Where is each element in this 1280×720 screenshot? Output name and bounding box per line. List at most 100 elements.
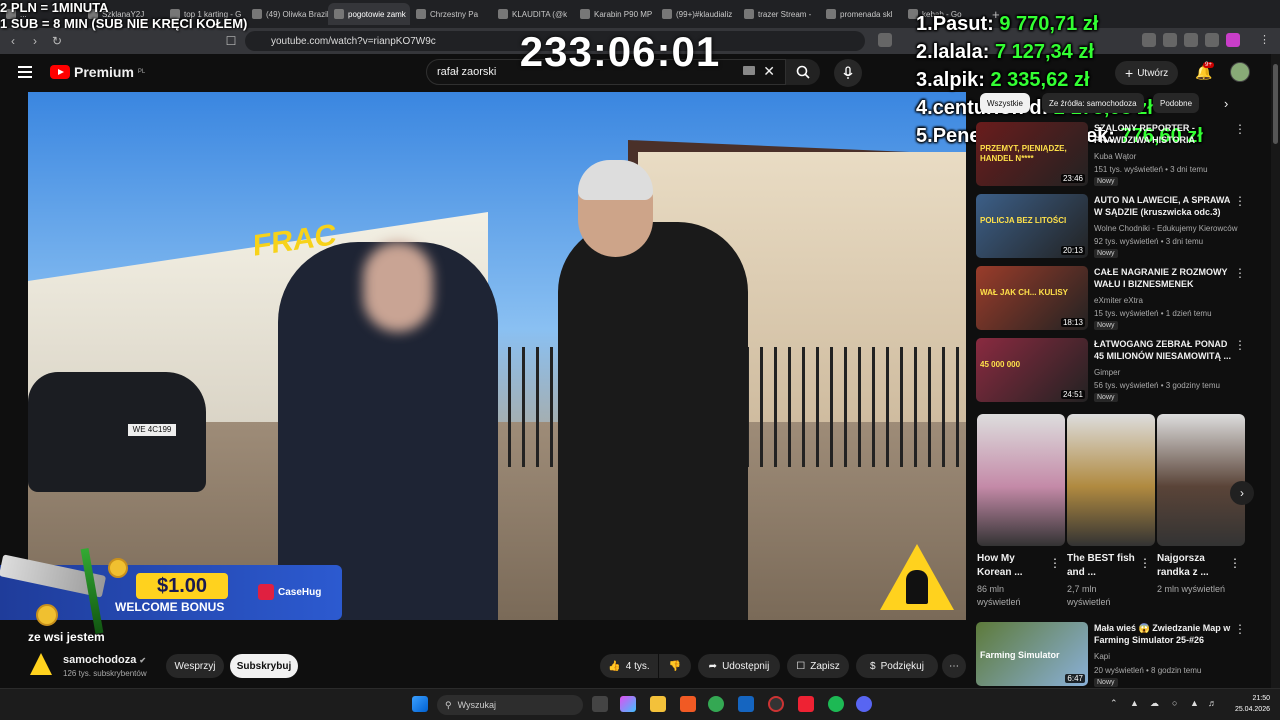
clock-date: 25.04.2026 [1234,706,1270,713]
tab-favicon-icon [334,9,344,19]
more-options-icon[interactable]: ⋮ [1234,338,1246,352]
short-more-icon[interactable]: ⋮ [1049,556,1061,570]
start-windows-icon[interactable] [412,696,428,712]
short-title[interactable]: How My Korean ... [977,552,1047,580]
browser-tab[interactable]: KLAUDITA (@k [492,3,574,25]
recommendation-item[interactable]: WAŁ JAK CH... KULISY 18:13 CAŁE NAGRANIE Z… [976,266,1266,332]
recommendation-title[interactable]: ŁATWOGANG ZEBRAŁ PONAD 45 MILIONÓW NIESA… [1094,338,1234,362]
forward-icon[interactable]: › [26,32,44,50]
like-button[interactable]: 👍 4 tys. [600,654,658,678]
network-icon[interactable]: ▲ [1190,698,1199,708]
search-icon: ⚲ [445,699,452,710]
bookmark-icon[interactable]: ☐ [222,32,240,50]
browser-tab[interactable]: (49) Oliwka Brazil [246,3,328,25]
reload-icon[interactable]: ↻ [48,32,66,50]
browser-tab[interactable]: Chrzestny Pa [410,3,492,25]
avatar[interactable] [1230,62,1250,82]
leaderboard-rank: 1. [916,13,933,35]
page-scrollbar[interactable] [1271,54,1280,688]
tab-favicon-icon [580,9,590,19]
chips-next-icon[interactable]: › [1224,96,1228,111]
recommendation-channel[interactable]: Gimper [1094,368,1120,377]
recommendation-item[interactable]: Farming Simulator 6:47 Mała wieś 😱 Zwied… [976,622,1266,688]
volume-icon[interactable]: ♬ [1208,698,1217,708]
recommendation-channel[interactable]: Wolne Chodniki - Edukujemy Kierowców [1094,224,1237,233]
voice-search-button[interactable] [834,59,862,87]
more-options-icon[interactable]: ⋮ [1234,622,1246,636]
recommendation-thumbnail[interactable]: POLICJA BEZ LITOŚCI 20:13 [976,194,1088,258]
short-thumbnail[interactable] [1157,414,1245,546]
thanks-button[interactable]: $ Podziękuj [856,654,938,678]
file-explorer-icon[interactable] [650,696,666,712]
cloud-icon[interactable]: ☁ [1150,698,1159,709]
chip-all[interactable]: Wszystkie [980,93,1030,113]
recommendation-channel[interactable]: Kapi [1094,652,1110,661]
recommendation-thumbnail[interactable]: 45 000 000 24:51 [976,338,1088,402]
obs-icon[interactable] [768,696,784,712]
channel-avatar-icon[interactable] [30,653,52,675]
recommendation-thumbnail[interactable]: WAŁ JAK CH... KULISY 18:13 [976,266,1088,330]
youtube-premium-logo[interactable]: Premium PL [50,64,145,80]
tray-app-icon[interactable]: ▲ [1130,698,1139,708]
video-player[interactable]: FRAC WE 4C199 [28,92,966,620]
spotify-icon[interactable] [828,696,844,712]
system-clock[interactable]: 21:50 25.04.2026 [1226,693,1270,715]
copilot-icon[interactable] [620,696,636,712]
short-thumbnail[interactable] [977,414,1065,546]
channel-name[interactable]: samochodoza ✔ [63,654,146,666]
short-title[interactable]: Najgorsza randka z ... [1157,552,1227,580]
chip-from-source[interactable]: Ze źródła: samochodoza [1042,93,1144,113]
recommendation-title[interactable]: Mała wieś 😱 Zwiedzanie Map w Farming Sim… [1094,622,1234,646]
short-thumbnail[interactable] [1067,414,1155,546]
app-icon[interactable] [798,696,814,712]
brave-browser-icon[interactable] [680,696,696,712]
shorts-next-icon[interactable]: › [1230,481,1254,505]
short-more-icon[interactable]: ⋮ [1139,556,1151,570]
short-views: 2 mln wyświetleń [1157,584,1226,594]
scrollbar-thumb[interactable] [1273,64,1278,144]
more-actions-button[interactable]: ⋯ [942,654,966,678]
coin-icon-2 [36,604,58,626]
taskbar-search[interactable]: ⚲ Wyszukaj [437,695,583,715]
cast-icon[interactable] [878,33,892,47]
support-button[interactable]: Wesprzyj [166,654,224,678]
menu-icon[interactable]: ⋮ [1259,33,1273,47]
recommendation-channel[interactable]: Kuba Wątor [1094,152,1136,161]
recommendation-thumbnail[interactable]: Farming Simulator 6:47 [976,622,1088,686]
recommendation-channel[interactable]: eXmiter eXtra [1094,296,1143,305]
search-button[interactable] [786,59,820,85]
mic-tray-icon[interactable]: ○ [1172,698,1177,708]
recommendation-thumbnail[interactable]: PRZEMYT, PIENIĄDZE, HANDEL N**** 23:46 [976,122,1088,186]
browser-tab[interactable]: Karabin P90 MP [574,3,656,25]
save-button[interactable]: ☐ Zapisz [787,654,849,678]
chrome-icon[interactable] [708,696,724,712]
browser-tab[interactable]: trazer Stream - [738,3,820,25]
more-options-icon[interactable]: ⋮ [1234,122,1246,136]
short-more-icon[interactable]: ⋮ [1229,556,1241,570]
share-button[interactable]: ➦ Udostępnij [698,654,780,678]
short-title[interactable]: The BEST fish and ... [1067,552,1137,580]
task-view-icon[interactable] [592,696,608,712]
tray-chevron-icon[interactable]: ⌃ [1110,698,1118,709]
duration-badge: 20:13 [1060,246,1085,255]
recommendation-item[interactable]: PRZEMYT, PIENIĄDZE, HANDEL N**** 23:46 SZA… [976,122,1266,188]
recommendation-item[interactable]: POLICJA BEZ LITOŚCI 20:13 AUTO NA LAWECIE,… [976,194,1266,260]
browser-tab[interactable]: (99+)#klaudializ [656,3,738,25]
more-options-icon[interactable]: ⋮ [1234,266,1246,280]
dislike-button[interactable]: 👎 [659,654,691,678]
more-options-icon[interactable]: ⋮ [1234,194,1246,208]
discord-icon[interactable] [856,696,872,712]
subscribe-button[interactable]: Subskrybuj [230,654,298,678]
browser-tab[interactable]: pogotowie zamk [328,3,410,25]
recommendation-item[interactable]: 45 000 000 24:51 ŁATWOGANG ZEBRAŁ PONAD 45… [976,338,1266,404]
chip-similar[interactable]: Podobne [1153,93,1200,113]
recommendation-title[interactable]: AUTO NA LAWECIE, A SPRAWA W SĄDZIE (krus… [1094,194,1234,218]
browser-tab[interactable]: promenada skl [820,3,902,25]
store-icon[interactable] [738,696,754,712]
hamburger-menu-icon[interactable] [18,66,32,78]
recommendation-title[interactable]: CAŁE NAGRANIE Z ROZMOWY WAŁU I BIZNESMEN… [1094,266,1234,290]
profile-extension-icon[interactable] [1226,33,1240,47]
back-icon[interactable]: ‹ [4,32,22,50]
recommendation-title[interactable]: SZALONY REPORTER - PRAWDZIWA HISTORIA [1094,122,1234,146]
extension-icon[interactable] [1205,33,1219,47]
